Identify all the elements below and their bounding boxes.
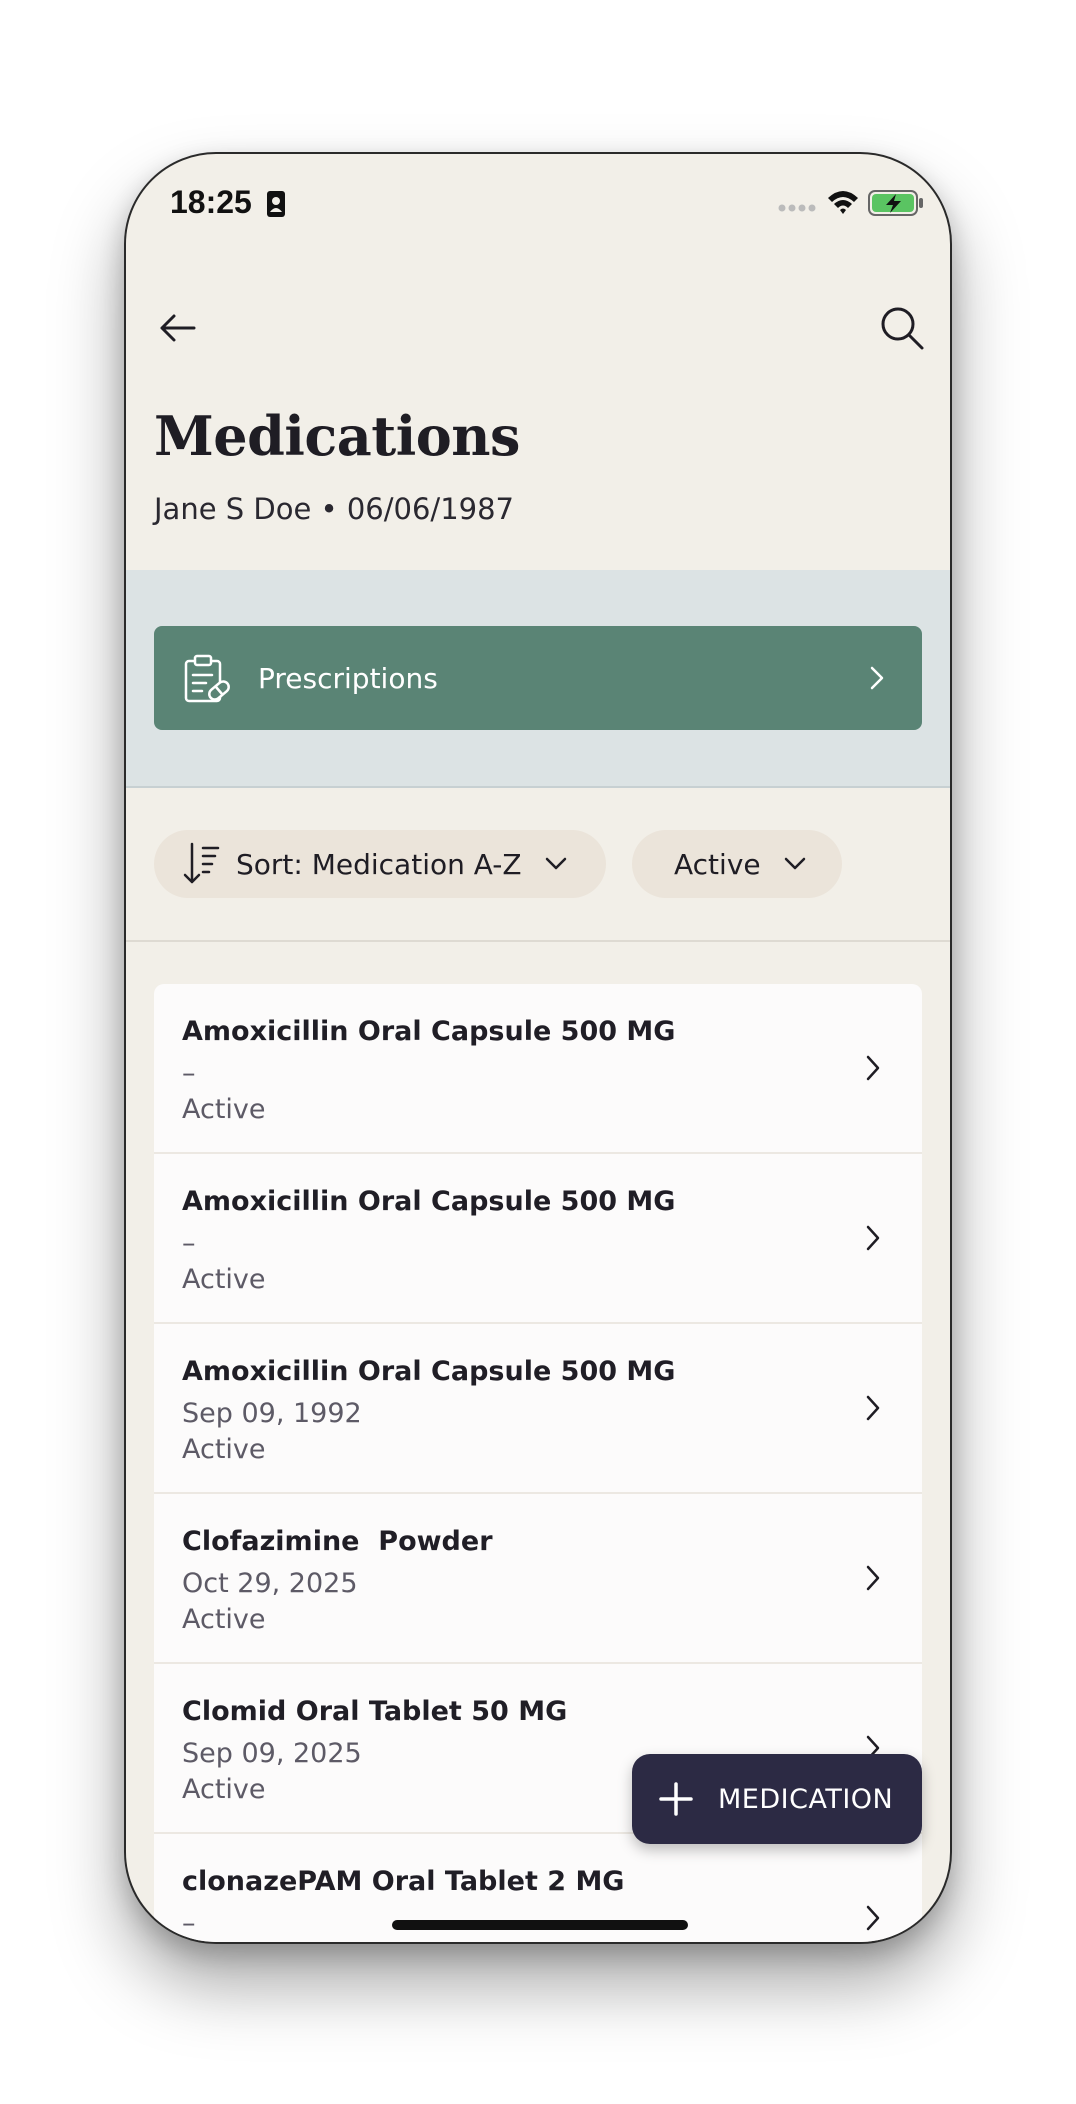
status-bar: 18:25: [126, 154, 950, 254]
medication-status: Active: [182, 1094, 266, 1125]
medication-name: Clomid Oral Tablet 50 MG: [182, 1696, 568, 1727]
phone-screen: 18:25 Medications Jane S Doe • 06/06/198…: [124, 152, 952, 1944]
medication-date: Sep 09, 2025: [182, 1738, 362, 1769]
filter-row: Sort: Medication A-Z Active: [126, 788, 950, 942]
medication-list-item[interactable]: Amoxicillin Oral Capsule 500 MG – Active: [154, 1154, 922, 1324]
plus-icon: [659, 1782, 693, 1816]
sort-label: Sort: Medication A-Z: [236, 847, 522, 881]
add-medication-label: MEDICATION: [718, 1783, 894, 1815]
medication-name: Amoxicillin Oral Capsule 500 MG: [182, 1186, 676, 1217]
medication-date: –: [182, 1058, 196, 1089]
medication-list-item[interactable]: Amoxicillin Oral Capsule 500 MG – Active: [154, 984, 922, 1154]
battery-charging-icon: [868, 190, 923, 216]
contact-card-icon: [267, 191, 285, 217]
medication-name: Amoxicillin Oral Capsule 500 MG: [182, 1016, 676, 1047]
prescriptions-section: Prescriptions: [126, 570, 950, 788]
patient-info: Jane S Doe • 06/06/1987: [154, 492, 514, 526]
chevron-down-icon: [784, 857, 805, 870]
medication-name: clonazePAM Oral Tablet 2 MG: [182, 1866, 625, 1897]
medication-status: Active: [182, 1604, 266, 1635]
search-icon[interactable]: [878, 304, 926, 352]
medication-date: Oct 29, 2025: [182, 1568, 358, 1599]
prescriptions-button[interactable]: Prescriptions: [154, 626, 922, 730]
home-indicator[interactable]: [392, 1920, 688, 1930]
prescriptions-label: Prescriptions: [258, 661, 438, 695]
chevron-right-icon: [866, 1395, 880, 1421]
chevron-right-icon: [866, 1905, 880, 1931]
medication-name: Clofazimine Powder: [182, 1526, 493, 1557]
medication-date: Sep 09, 1992: [182, 1398, 362, 1429]
medication-list-item[interactable]: Clofazimine Powder Oct 29, 2025 Active: [154, 1494, 922, 1664]
chevron-right-icon: [866, 1565, 880, 1591]
wifi-icon: [828, 191, 858, 214]
clipboard-pill-icon: [184, 654, 230, 703]
status-filter-dropdown[interactable]: Active: [632, 830, 842, 898]
medication-list-item[interactable]: Amoxicillin Oral Capsule 500 MG Sep 09, …: [154, 1324, 922, 1494]
status-filter-label: Active: [674, 847, 761, 881]
status-time: 18:25: [170, 184, 252, 220]
add-medication-button[interactable]: MEDICATION: [632, 1754, 922, 1844]
medication-date: –: [182, 1908, 196, 1939]
medication-status: Active: [182, 1264, 266, 1295]
sort-icon: [183, 842, 220, 884]
medication-status: Active: [182, 1774, 266, 1805]
medication-status: Active: [182, 1434, 266, 1465]
sort-dropdown[interactable]: Sort: Medication A-Z: [154, 830, 606, 898]
chevron-right-icon: [866, 1225, 880, 1251]
medication-name: Amoxicillin Oral Capsule 500 MG: [182, 1356, 676, 1387]
chevron-right-icon: [866, 1055, 880, 1081]
chevron-down-icon: [545, 857, 566, 870]
medication-date: –: [182, 1228, 196, 1259]
chevron-right-icon: [870, 666, 884, 690]
page-title: Medications: [154, 404, 520, 468]
cellular-signal-icon: [778, 204, 816, 212]
back-arrow-icon[interactable]: [154, 304, 202, 352]
